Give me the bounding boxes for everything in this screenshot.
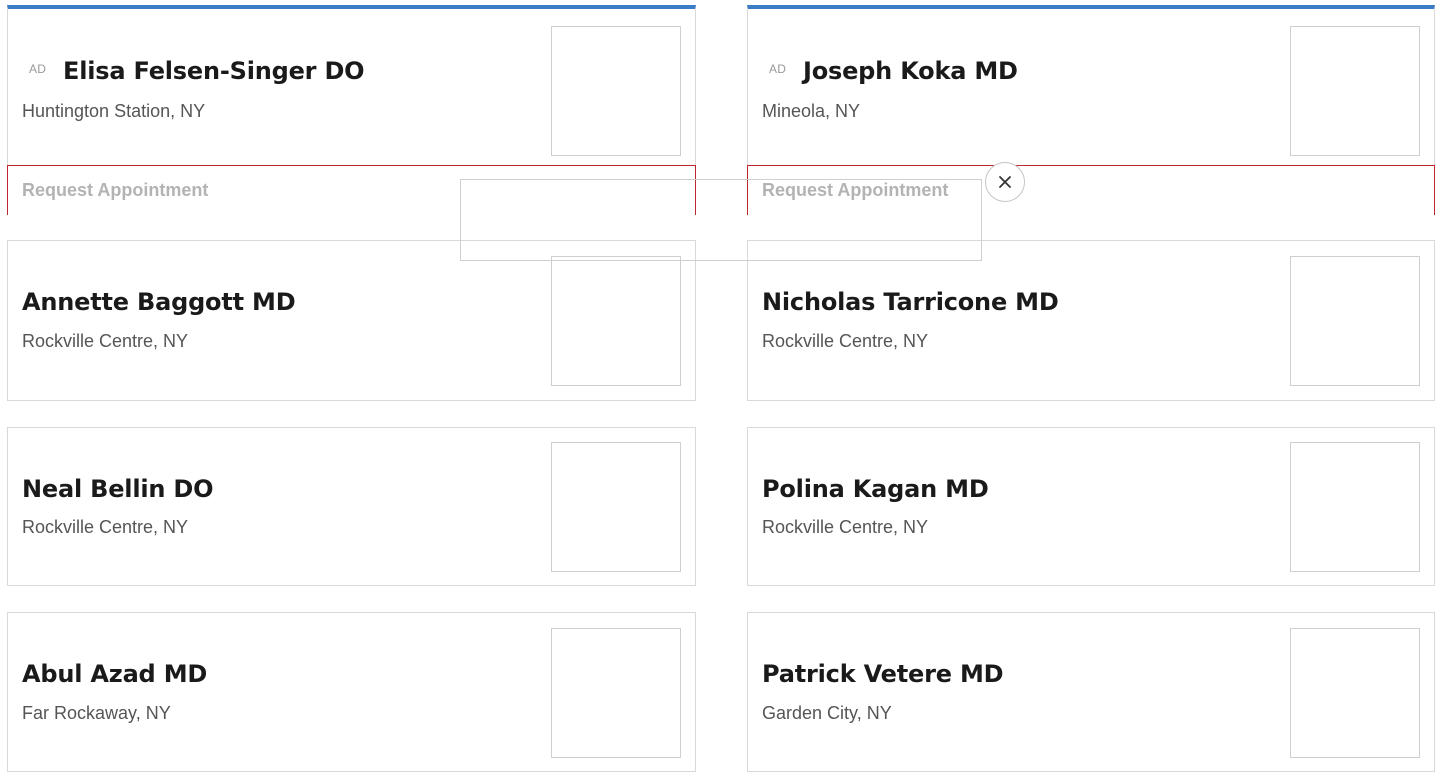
ad-tag: AD (29, 62, 47, 76)
doctor-card[interactable]: Patrick Vetere MD Garden City, NY (747, 612, 1435, 772)
doctor-name[interactable]: Elisa Felsen-Singer DO (63, 57, 365, 85)
doctor-name[interactable]: Annette Baggott MD (22, 288, 296, 316)
doctor-name[interactable]: Polina Kagan MD (762, 475, 989, 503)
doctor-location: Garden City, NY (762, 703, 892, 723)
overlay-ad-frame[interactable] (460, 179, 982, 261)
close-icon (999, 176, 1011, 188)
doctor-name[interactable]: Patrick Vetere MD (762, 660, 1004, 688)
request-appointment-label: Request Appointment (22, 180, 209, 200)
doctor-location: Rockville Centre, NY (762, 517, 929, 537)
close-button[interactable] (985, 162, 1025, 202)
doctor-name[interactable]: Abul Azad MD (22, 660, 207, 688)
doctor-card[interactable]: Abul Azad MD Far Rockaway, NY (7, 612, 696, 772)
doctor-location: Mineola, NY (762, 101, 861, 121)
doctor-location: Rockville Centre, NY (762, 331, 929, 351)
doctor-photo (551, 256, 681, 386)
doctor-card[interactable]: Polina Kagan MD Rockville Centre, NY (747, 427, 1435, 586)
doctor-card[interactable]: Neal Bellin DO Rockville Centre, NY (7, 427, 696, 586)
ad-tag: AD (769, 62, 787, 76)
featured-doctor-card[interactable]: AD Elisa Felsen-Singer DO Huntington Sta… (7, 5, 696, 165)
doctor-photo (551, 26, 681, 156)
doctor-name[interactable]: Nicholas Tarricone MD (762, 288, 1059, 316)
doctor-location: Rockville Centre, NY (22, 331, 189, 351)
doctor-card[interactable]: Nicholas Tarricone MD Rockville Centre, … (747, 240, 1435, 401)
doctor-photo (551, 628, 681, 758)
doctor-photo (1290, 442, 1420, 572)
doctor-photo (551, 442, 681, 572)
doctor-name[interactable]: Neal Bellin DO (22, 475, 214, 503)
doctor-photo (1290, 256, 1420, 386)
doctor-location: Huntington Station, NY (22, 101, 206, 121)
doctor-card[interactable]: Annette Baggott MD Rockville Centre, NY (7, 240, 696, 401)
doctor-photo (1290, 628, 1420, 758)
doctor-name[interactable]: Joseph Koka MD (803, 57, 1018, 85)
doctor-location: Rockville Centre, NY (22, 517, 189, 537)
featured-doctor-card[interactable]: AD Joseph Koka MD Mineola, NY (747, 5, 1435, 165)
doctor-photo (1290, 26, 1420, 156)
doctor-location: Far Rockaway, NY (22, 703, 171, 723)
